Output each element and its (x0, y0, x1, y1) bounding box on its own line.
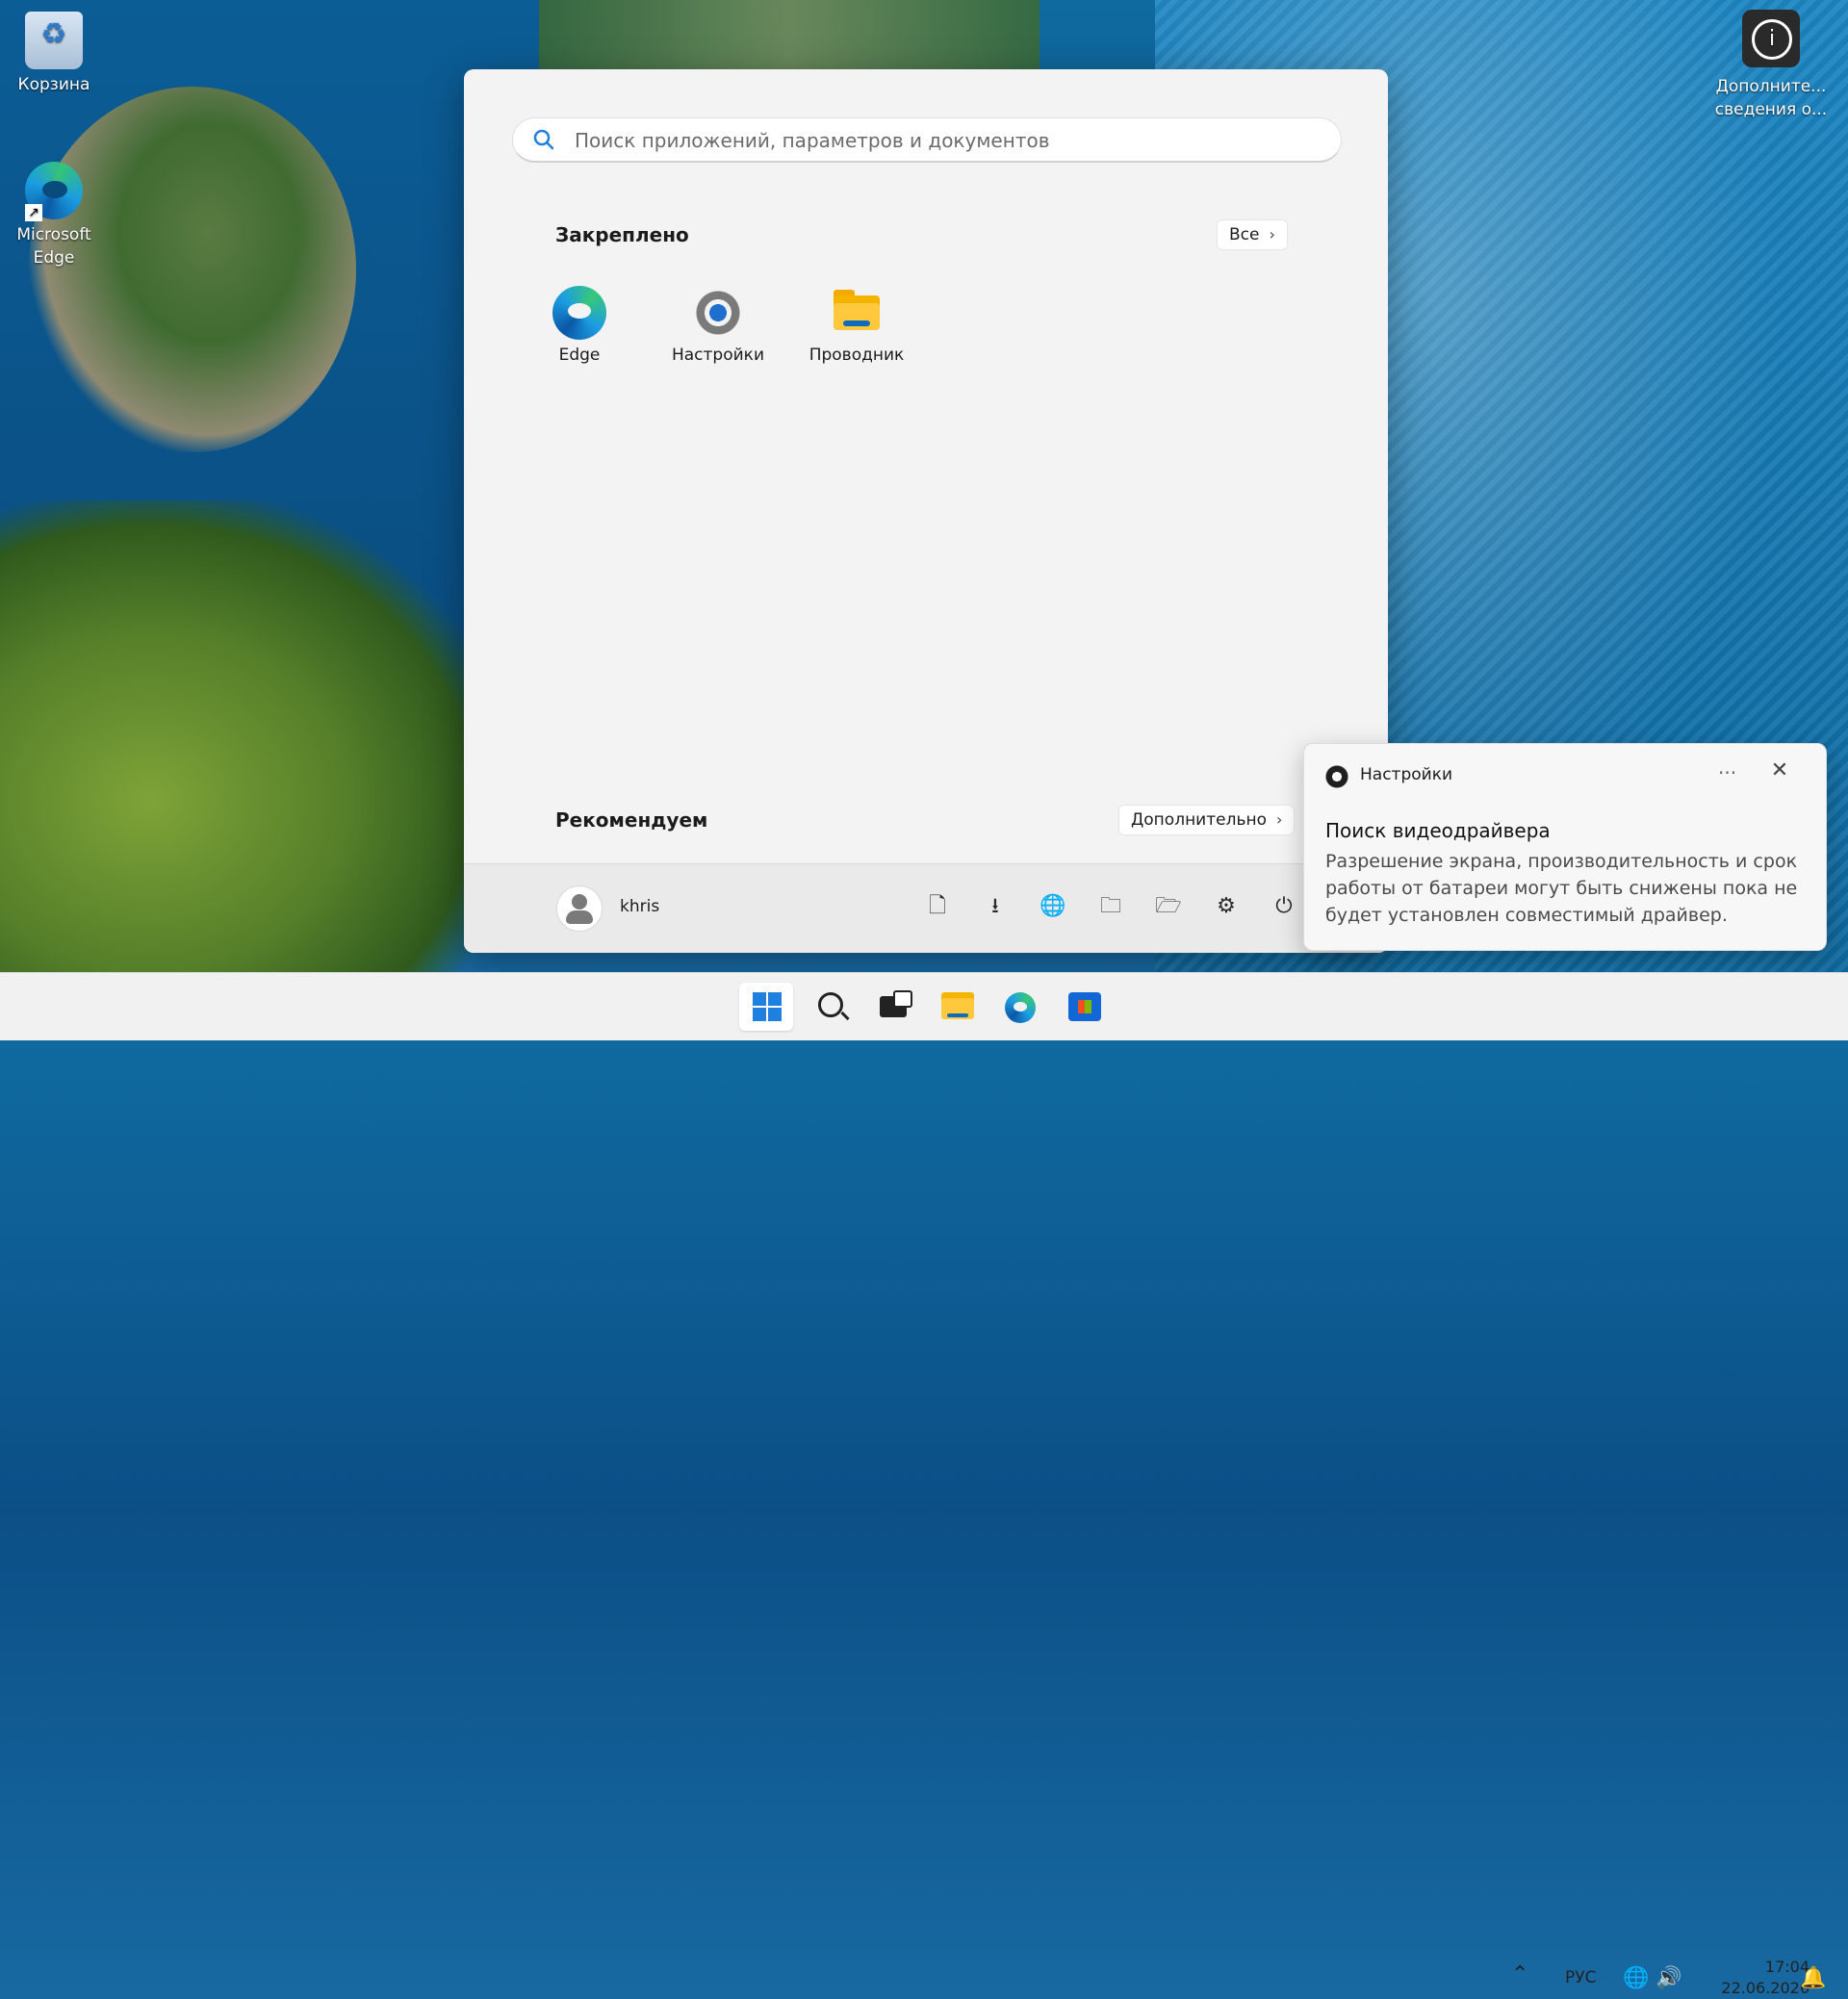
file-explorer-icon (830, 286, 884, 340)
taskbar-store-button[interactable] (1057, 983, 1111, 1031)
pinned-app-explorer[interactable]: Проводник (799, 286, 914, 365)
shortcut-arrow-icon: ↗ (25, 204, 42, 221)
pinned-app-label: Edge (558, 346, 601, 365)
downloads-icon[interactable]: ⭳ (982, 893, 1009, 920)
notifications-bell-icon[interactable]: 🔔 (1800, 1966, 1826, 1990)
start-menu: Поиск приложений, параметров и документо… (464, 69, 1388, 953)
pinned-app-label: Проводник (808, 346, 905, 365)
task-view-icon (880, 990, 912, 1017)
show-hidden-icons-icon[interactable]: ⌃ (1511, 1962, 1528, 1986)
file-explorer-icon[interactable]: 🗁 (1155, 893, 1182, 920)
search-icon (818, 992, 843, 1017)
power-icon[interactable]: ⏻ (1270, 893, 1297, 920)
settings-gear-icon (691, 286, 745, 340)
more-options-icon[interactable]: ··· (1718, 761, 1736, 784)
edge-icon: ↗ (25, 162, 83, 221)
date: 22.06.2026 (1721, 1979, 1810, 1997)
desktop-icon-label: Microsoft Edge (16, 225, 91, 268)
wallpaper-cliff-top (539, 0, 1040, 77)
taskbar-search-button[interactable] (803, 983, 857, 1031)
start-button[interactable] (739, 983, 793, 1031)
taskbar-explorer-button[interactable] (930, 983, 984, 1031)
all-apps-button[interactable]: Все › (1217, 219, 1288, 250)
desktop-info-item[interactable]: i Дополните... сведения о... (1713, 10, 1829, 121)
info-item-line2: сведения о... (1714, 100, 1828, 119)
network-icon[interactable]: 🌐 (1623, 1966, 1649, 1990)
language-indicator[interactable]: РУС (1565, 1968, 1596, 1987)
all-apps-label: Все (1229, 225, 1260, 244)
chevron-right-icon: › (1276, 810, 1283, 829)
pinned-app-label: Настройки (671, 346, 764, 365)
notification-toast[interactable]: Настройки ··· ✕ Поиск видеодрайвера Разр… (1303, 743, 1827, 951)
settings-gear-icon (1325, 765, 1348, 788)
taskbar: ⌃ РУС 🌐 🔊 17:04 22.06.2026 🔔 (0, 972, 1848, 1997)
desktop-icon-recycle-bin[interactable]: ♻ Корзина (6, 12, 102, 96)
recycle-bin-icon: ♻ (25, 12, 83, 69)
info-item-line1: Дополните... (1715, 77, 1827, 96)
desktop-icon-edge[interactable]: ↗ Microsoft Edge (6, 162, 102, 269)
more-recommended-button[interactable]: Дополнительно › (1118, 805, 1296, 835)
start-search-box[interactable]: Поиск приложений, параметров и документо… (512, 117, 1342, 163)
desktop-icon-label: Корзина (17, 75, 90, 94)
documents-icon[interactable]: 🗋 (924, 893, 951, 920)
pinned-section-title: Закреплено (555, 223, 689, 246)
wallpaper-rock (29, 87, 356, 452)
clock[interactable]: 17:04 22.06.2026 (1706, 1957, 1810, 1999)
network-icon[interactable]: 🌐 (1040, 893, 1066, 920)
search-icon (533, 129, 554, 150)
volume-icon[interactable]: 🔊 (1656, 1966, 1681, 1990)
edge-icon (1005, 992, 1036, 1023)
wallpaper-cliff (0, 500, 500, 1001)
taskbar-edge-button[interactable] (993, 983, 1047, 1031)
task-view-button[interactable] (866, 983, 920, 1031)
search-placeholder: Поиск приложений, параметров и документо… (575, 129, 1050, 152)
user-avatar[interactable] (556, 885, 603, 932)
settings-icon[interactable]: ⚙ (1213, 893, 1240, 920)
recommended-section-title: Рекомендуем (555, 808, 708, 832)
user-folder-icon[interactable]: 🗀 (1097, 893, 1124, 920)
pinned-app-edge[interactable]: Edge (522, 286, 637, 365)
start-icon (753, 992, 782, 1021)
store-icon (1068, 992, 1101, 1021)
chevron-right-icon: › (1269, 225, 1275, 243)
toast-title: Поиск видеодрайвера (1325, 819, 1551, 842)
start-footer: khris 🗋 ⭳ 🌐 🗀 🗁 ⚙ ⏻ (464, 863, 1388, 953)
toast-body: Разрешение экрана, производительность и … (1325, 851, 1798, 926)
more-recommended-label: Дополнительно (1131, 810, 1267, 830)
user-name[interactable]: khris (620, 897, 659, 916)
toast-app-name: Настройки (1360, 765, 1453, 784)
time: 17:04 (1764, 1958, 1810, 1976)
info-badge-icon: i (1742, 10, 1800, 67)
edge-icon (552, 286, 606, 340)
pinned-app-settings[interactable]: Настройки (660, 286, 776, 365)
close-icon[interactable]: ✕ (1766, 757, 1793, 784)
